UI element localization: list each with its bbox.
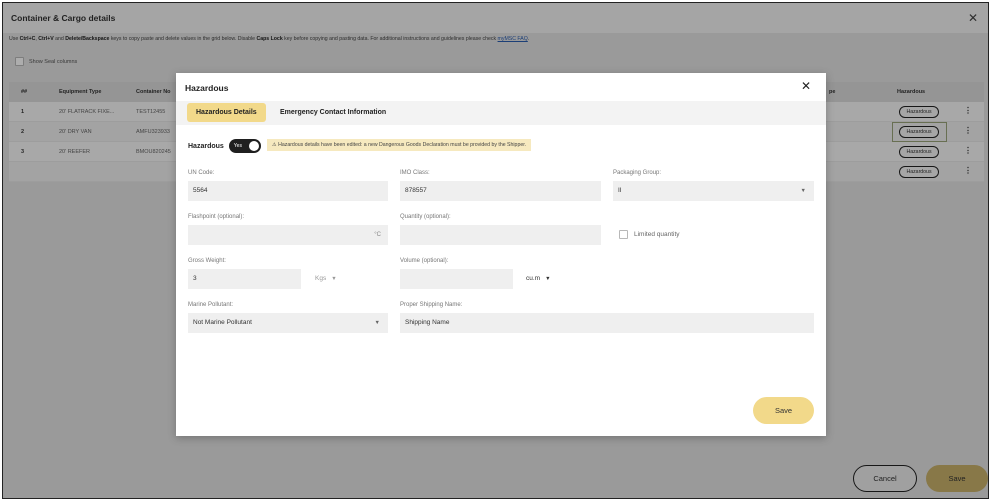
chevron-down-icon: ▼ (331, 276, 337, 282)
limited-quantity-checkbox[interactable] (619, 230, 628, 239)
proper-shipping-name-input[interactable]: Shipping Name (400, 313, 814, 333)
quantity-label: Quantity (optional): (400, 214, 451, 220)
gross-weight-input[interactable]: 3 (188, 269, 301, 289)
celsius-unit: °C (374, 232, 381, 238)
marine-pollutant-select[interactable]: Not Marine Pollutant ▼ (188, 313, 388, 333)
toggle-label: Yes (233, 142, 242, 149)
hazardous-modal: Hazardous ✕ Hazardous Details Emergency … (176, 73, 826, 436)
imo-class-value: 878557 (405, 187, 427, 194)
chevron-down-icon: ▼ (800, 188, 806, 194)
volume-label: Volume (optional): (400, 258, 449, 264)
limited-quantity-label: Limited quantity (634, 231, 680, 238)
modal-title: Hazardous (185, 83, 229, 93)
imo-class-input[interactable]: 878557 (400, 181, 601, 201)
limited-quantity-option[interactable]: Limited quantity (619, 230, 680, 239)
proper-shipping-name-label: Proper Shipping Name: (400, 302, 463, 308)
quantity-input[interactable] (400, 225, 601, 245)
hazardous-toggle-row: Hazardous Yes (188, 139, 261, 153)
chevron-down-icon: ▼ (374, 320, 380, 326)
marine-pollutant-value: Not Marine Pollutant (193, 319, 252, 326)
packaging-group-select[interactable]: II ▼ (613, 181, 814, 201)
hazardous-label: Hazardous (188, 142, 224, 150)
tab-hazardous-details[interactable]: Hazardous Details (187, 103, 266, 122)
weight-unit-select[interactable]: Kgs ▼ (315, 269, 337, 289)
volume-unit-select[interactable]: cu.m ▼ (526, 269, 551, 289)
gross-weight-value: 3 (193, 275, 197, 282)
un-code-input[interactable]: 5564 (188, 181, 388, 201)
flashpoint-input[interactable]: °C (188, 225, 388, 245)
modal-tabs: Hazardous Details Emergency Contact Info… (176, 101, 826, 125)
gross-weight-label: Gross Weight: (188, 258, 226, 264)
save-button[interactable]: Save (753, 397, 814, 424)
proper-shipping-name-value: Shipping Name (405, 319, 450, 326)
packaging-group-value: II (618, 187, 622, 194)
volume-unit-value: cu.m (526, 275, 541, 282)
marine-pollutant-label: Marine Pollutant: (188, 302, 234, 308)
un-code-value: 5564 (193, 187, 208, 194)
close-icon[interactable]: ✕ (801, 79, 811, 93)
chevron-down-icon: ▼ (545, 276, 551, 282)
imo-class-label: IMO Class: (400, 170, 430, 176)
weight-unit-value: Kgs (315, 275, 327, 282)
packaging-group-label: Packaging Group: (613, 170, 662, 176)
tab-emergency-contact[interactable]: Emergency Contact Information (271, 103, 395, 122)
warning-banner: ⚠ Hazardous details have been edited: a … (267, 139, 532, 151)
hazardous-toggle[interactable]: Yes (228, 139, 261, 153)
volume-input[interactable] (400, 269, 513, 289)
toggle-knob (248, 141, 259, 151)
flashpoint-label: Flashpoint (optional): (188, 214, 245, 220)
un-code-label: UN Code: (188, 170, 215, 176)
